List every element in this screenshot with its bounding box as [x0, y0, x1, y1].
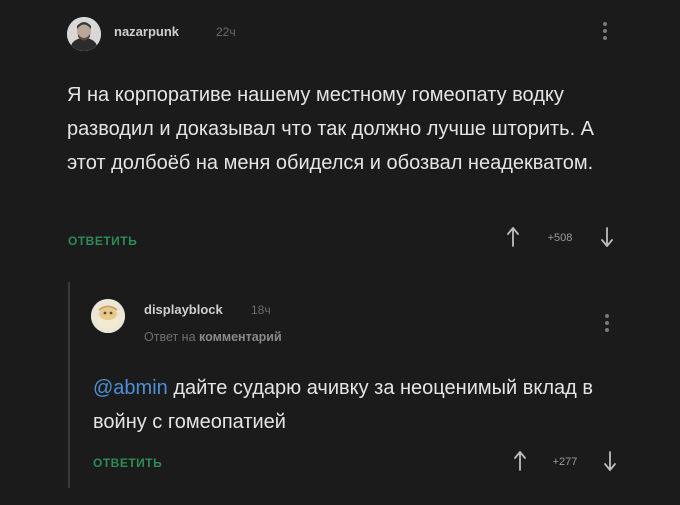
comment-text: @abmin дайте сударю ачивку за неоценимый… — [93, 371, 633, 439]
reply-comment: displayblock 18ч Ответ на комментарий @a… — [0, 262, 680, 505]
vote-widget: +277 — [507, 448, 623, 474]
author-avatar[interactable] — [91, 299, 125, 333]
comment-time: 22ч — [216, 25, 236, 39]
reply-to-link[interactable]: комментарий — [199, 330, 282, 344]
reply-button[interactable]: ОТВЕТИТЬ — [93, 456, 162, 470]
reply-to-prefix: Ответ на — [144, 330, 196, 344]
comment: nazarpunk 22ч Я на корпоративе нашему ме… — [0, 0, 680, 262]
vertical-dots-icon[interactable] — [602, 22, 608, 44]
user-avatar-icon — [67, 17, 101, 51]
comment-time: 18ч — [251, 303, 271, 317]
vote-widget: +508 — [500, 224, 620, 250]
author-avatar[interactable] — [67, 17, 101, 51]
reply-to-info: Ответ на комментарий — [144, 330, 282, 344]
comment-author[interactable]: nazarpunk — [114, 24, 179, 39]
reply-button[interactable]: ОТВЕТИТЬ — [68, 234, 137, 248]
arrow-down-icon[interactable] — [600, 224, 614, 250]
vertical-dots-icon[interactable] — [604, 314, 610, 336]
arrow-down-icon[interactable] — [603, 448, 617, 474]
user-avatar-icon — [91, 299, 125, 333]
comment-body: дайте сударю ачивку за неоценимый вклад … — [93, 377, 593, 433]
comment-author[interactable]: displayblock — [144, 302, 223, 317]
user-mention[interactable]: @abmin — [93, 377, 168, 399]
comment-text: Я на корпоративе нашему местному гомеопа… — [67, 84, 595, 174]
